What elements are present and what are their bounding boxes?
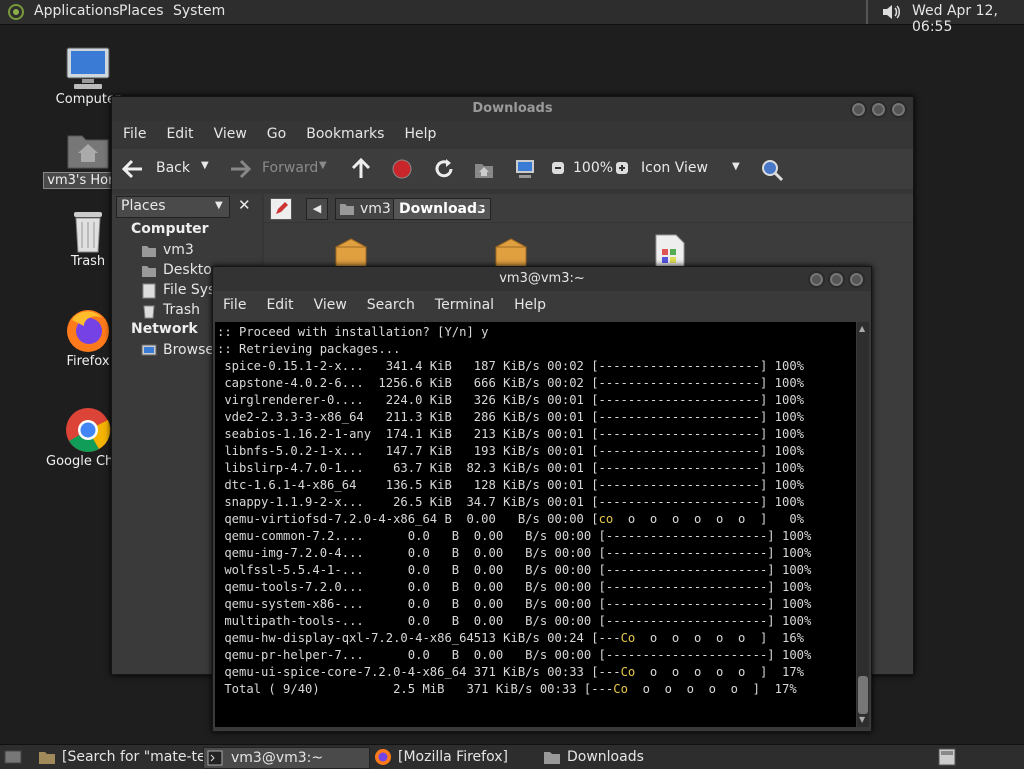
sidebar-selector-label: Places [121, 198, 166, 214]
minimize-button[interactable] [808, 271, 825, 288]
location-bar: ◀ vm3 Downloads ▶ [264, 194, 913, 222]
document-icon[interactable] [652, 233, 688, 269]
menu-file[interactable]: File [123, 126, 146, 142]
menu-terminal[interactable]: Terminal [435, 297, 494, 313]
breadcrumb-left-button[interactable]: ◀ [306, 198, 328, 220]
chevron-down-icon: ▼ [215, 200, 223, 211]
terminal-window: vm3@vm3:~ File Edit View Search Terminal Help… [212, 266, 872, 732]
sidebar-header-computer: Computer [131, 221, 209, 237]
window-controls [805, 271, 865, 292]
menu-view[interactable]: View [314, 297, 347, 313]
reload-icon[interactable] [433, 158, 455, 180]
desktop-icon-label: Firefox [66, 354, 110, 369]
close-button[interactable] [848, 271, 865, 288]
computer-icon[interactable] [514, 159, 536, 179]
menu-bookmarks[interactable]: Bookmarks [306, 126, 384, 142]
menu-search[interactable]: Search [367, 297, 415, 313]
computer-icon [64, 46, 112, 92]
package-icon[interactable] [492, 235, 530, 269]
package-icon[interactable] [332, 235, 370, 269]
chrome-icon [64, 406, 112, 454]
sidebar-header-network: Network [131, 321, 198, 337]
edit-location-icon[interactable] [270, 198, 292, 220]
terminal-output[interactable]: :: Proceed with installation? [Y/n] y ::… [215, 322, 856, 727]
scrollbar[interactable]: ▲ ▼ [857, 322, 869, 727]
breadcrumb-right-button[interactable]: ▶ [476, 198, 484, 218]
chevron-down-icon[interactable]: ▼ [201, 160, 209, 171]
window-title[interactable]: vm3@vm3:~ [213, 267, 871, 291]
top-panel: Applications Places System Wed Apr 12, 0… [0, 0, 1024, 35]
back-arrow-icon[interactable] [122, 159, 144, 179]
taskbar-label: Downloads [567, 749, 644, 765]
home-folder-icon [339, 202, 355, 216]
mate-logo-icon[interactable] [6, 3, 26, 21]
taskbar-label: [Search for "mate-te... [62, 749, 219, 765]
view-mode-select[interactable]: Icon View [641, 160, 708, 176]
desktop-folder-icon [141, 264, 157, 278]
show-desktop-icon[interactable] [4, 748, 22, 766]
sidebar-selector[interactable]: Places ▼ [116, 196, 230, 218]
scrollbar-thumb[interactable] [858, 676, 868, 714]
back-button[interactable]: Back [156, 160, 190, 176]
menu-edit[interactable]: Edit [266, 297, 293, 313]
stop-icon[interactable] [392, 159, 412, 179]
window-title[interactable]: Downloads [112, 97, 913, 121]
search-icon[interactable] [760, 158, 784, 182]
network-icon [141, 343, 157, 359]
clock[interactable]: Wed Apr 12, 06:55 [912, 3, 1024, 35]
home-icon[interactable] [473, 159, 495, 179]
menu-help[interactable]: Help [514, 297, 546, 313]
window-controls [847, 101, 907, 122]
minimize-button[interactable] [850, 101, 867, 118]
home-folder-icon [64, 128, 112, 172]
panel-separator [866, 0, 868, 24]
terminal-icon [207, 750, 223, 766]
scroll-down-icon[interactable]: ▼ [859, 715, 865, 724]
system-menu[interactable]: System [173, 3, 225, 19]
sidebar-item-label: vm3 [163, 242, 194, 258]
volume-icon[interactable] [880, 3, 902, 21]
applications-menu[interactable]: Applications [34, 3, 120, 19]
terminal-text: :: Proceed with installation? [Y/n] y ::… [217, 325, 812, 696]
firefox-icon [64, 306, 112, 354]
forward-arrow-icon[interactable] [229, 159, 251, 179]
places-menu[interactable]: Places [119, 3, 164, 19]
toolbar: Back ▼ Forward ▼ 100% Icon View ▼ [112, 149, 913, 189]
zoom-level[interactable]: 100% [573, 160, 613, 176]
folder-icon [543, 749, 561, 765]
breadcrumb-vm3[interactable]: vm3 [335, 198, 398, 220]
trash-icon [141, 303, 157, 319]
up-arrow-icon[interactable] [351, 158, 371, 180]
menubar: File Edit View Search Terminal Help [223, 297, 566, 313]
taskbar-label: vm3@vm3:~ [231, 750, 324, 766]
zoom-out-icon[interactable] [551, 161, 565, 175]
chevron-down-icon[interactable]: ▼ [319, 160, 327, 171]
chevron-down-icon[interactable]: ▼ [732, 161, 740, 172]
menu-edit[interactable]: Edit [166, 126, 193, 142]
zoom-in-icon[interactable] [615, 161, 629, 175]
menubar: File Edit View Go Bookmarks Help [123, 126, 456, 142]
trash-icon [68, 208, 108, 254]
maximize-button[interactable] [828, 271, 845, 288]
menu-help[interactable]: Help [404, 126, 436, 142]
sidebar-item-label: Trash [163, 302, 200, 318]
bottom-panel: [Search for "mate-te... vm3@vm3:~ [Mozil… [0, 744, 1024, 769]
desktop-icon-label: Trash [70, 254, 106, 269]
firefox-icon [374, 748, 392, 766]
home-folder-icon [141, 244, 157, 258]
scroll-up-icon[interactable]: ▲ [859, 324, 865, 333]
close-sidebar-icon[interactable]: ✕ [238, 196, 251, 214]
taskbar-label: [Mozilla Firefox] [398, 749, 508, 765]
taskbar-item-terminal[interactable]: vm3@vm3:~ [203, 747, 370, 769]
close-button[interactable] [890, 101, 907, 118]
workspace-switcher[interactable] [938, 748, 956, 766]
breadcrumb-label: vm3 [360, 201, 391, 217]
menu-file[interactable]: File [223, 297, 246, 313]
forward-button[interactable]: Forward [262, 160, 318, 176]
menu-view[interactable]: View [214, 126, 247, 142]
drive-icon [141, 283, 157, 299]
search-folder-icon [38, 749, 56, 765]
menu-go[interactable]: Go [267, 126, 286, 142]
maximize-button[interactable] [870, 101, 887, 118]
